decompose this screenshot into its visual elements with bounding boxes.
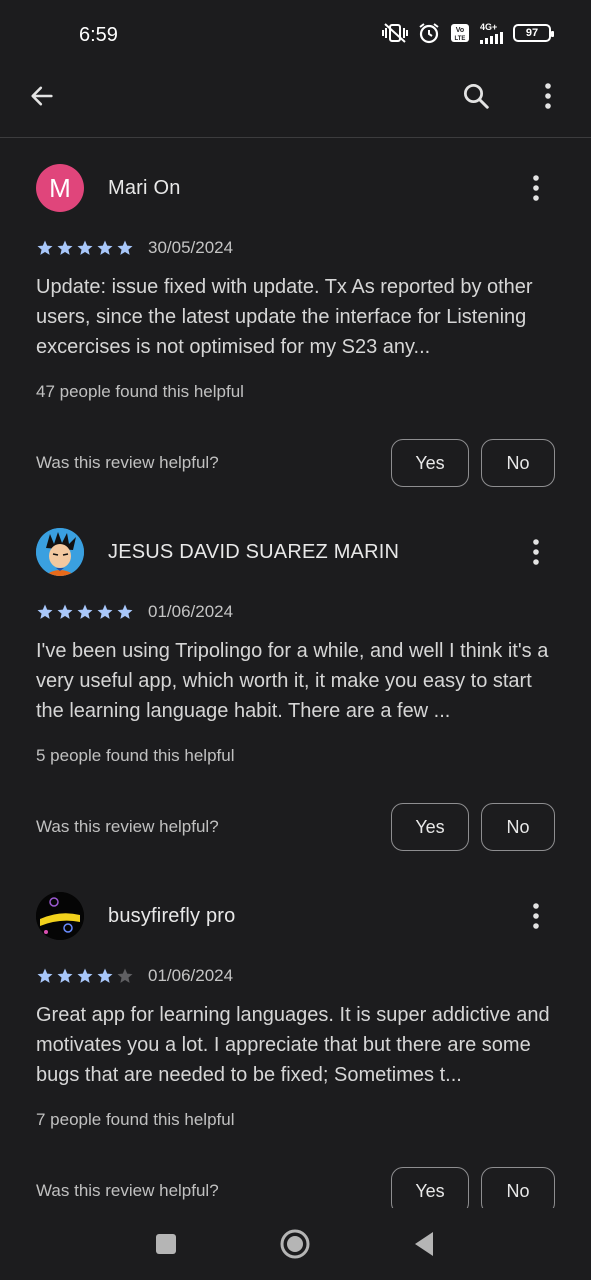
more-vert-icon	[533, 903, 539, 929]
star-filled-icon	[37, 240, 53, 255]
review-text[interactable]: Update: issue fixed with update. Tx As r…	[36, 272, 558, 362]
arrow-back-icon	[31, 86, 53, 106]
avatar-image	[36, 528, 84, 576]
review-card: busyfirefly pro 01/06/2024 Great app for…	[0, 868, 591, 1232]
more-vert-icon	[545, 83, 551, 109]
svg-text:LTE: LTE	[455, 36, 466, 42]
helpful-question: Was this review helpful?	[36, 453, 219, 472]
review-date: 01/06/2024	[148, 966, 234, 985]
svg-text:Vo: Vo	[456, 27, 464, 34]
star-filled-icon	[97, 968, 113, 983]
review-more-button[interactable]	[516, 896, 556, 936]
star-filled-icon	[97, 240, 113, 255]
helpful-no-button[interactable]: No	[481, 439, 555, 487]
avatar	[36, 892, 84, 940]
battery-level: 97	[525, 27, 539, 39]
volte-icon: Vo LTE	[450, 23, 470, 43]
review-text[interactable]: I've been using Tripolingo for a while, …	[36, 636, 558, 726]
helpful-question: Was this review helpful?	[36, 1181, 219, 1200]
battery-icon: 97	[513, 24, 554, 42]
circle-home-icon	[280, 1229, 310, 1259]
helpful-count: 47 people found this helpful	[36, 382, 244, 401]
star-filled-icon	[57, 604, 73, 619]
more-vert-icon	[533, 175, 539, 201]
more-vert-icon	[533, 539, 539, 565]
avatar	[36, 528, 84, 576]
recents-button[interactable]	[146, 1224, 186, 1264]
helpful-yes-button[interactable]: Yes	[391, 803, 469, 851]
review-author: JESUS DAVID SUAREZ MARIN	[108, 541, 400, 563]
star-rating	[36, 967, 134, 985]
star-rating	[36, 603, 134, 621]
star-filled-icon	[57, 968, 73, 983]
helpful-question: Was this review helpful?	[36, 817, 219, 836]
vibrate-off-icon	[382, 22, 408, 44]
star-filled-icon	[77, 604, 93, 619]
search-icon	[464, 84, 489, 109]
star-filled-icon	[97, 604, 113, 619]
app-bar	[0, 70, 591, 138]
review-date: 30/05/2024	[148, 238, 234, 257]
helpful-yes-button[interactable]: Yes	[391, 439, 469, 487]
review-more-button[interactable]	[516, 532, 556, 572]
review-card: M Mari On 30/05/2024 Update: issue fixed…	[0, 140, 591, 504]
star-rating	[36, 239, 134, 257]
star-empty-icon	[117, 968, 133, 983]
review-card: JESUS DAVID SUAREZ MARIN 01/06/2024 I've…	[0, 504, 591, 868]
review-author: Mari On	[108, 177, 181, 199]
square-recents-icon	[156, 1234, 176, 1254]
home-button[interactable]	[275, 1224, 315, 1264]
status-time: 6:59	[79, 24, 118, 46]
review-author: busyfirefly pro	[108, 905, 236, 927]
more-options-button[interactable]	[524, 72, 572, 120]
back-nav-button[interactable]	[404, 1224, 444, 1264]
signal-icon: 4G+	[480, 21, 503, 44]
status-icons: Vo LTE 4G+ 97	[382, 21, 554, 44]
network-type: 4G+	[480, 21, 498, 32]
search-button[interactable]	[452, 72, 500, 120]
helpful-count: 7 people found this helpful	[36, 1110, 235, 1129]
triangle-back-icon	[415, 1232, 433, 1256]
status-bar: 6:59 Vo LTE 4G+ 97	[0, 0, 591, 70]
star-filled-icon	[77, 240, 93, 255]
star-filled-icon	[37, 604, 53, 619]
avatar-image	[36, 892, 84, 940]
review-date: 01/06/2024	[148, 602, 234, 621]
avatar: M	[36, 164, 84, 212]
star-filled-icon	[117, 604, 133, 619]
review-text[interactable]: Great app for learning languages. It is …	[36, 1000, 558, 1090]
star-filled-icon	[37, 968, 53, 983]
back-button[interactable]	[18, 72, 66, 120]
helpful-no-button[interactable]: No	[481, 803, 555, 851]
star-filled-icon	[117, 240, 133, 255]
system-nav-bar	[0, 1208, 591, 1280]
helpful-count: 5 people found this helpful	[36, 746, 235, 765]
star-filled-icon	[77, 968, 93, 983]
alarm-icon	[418, 22, 440, 44]
star-filled-icon	[57, 240, 73, 255]
review-more-button[interactable]	[516, 168, 556, 208]
